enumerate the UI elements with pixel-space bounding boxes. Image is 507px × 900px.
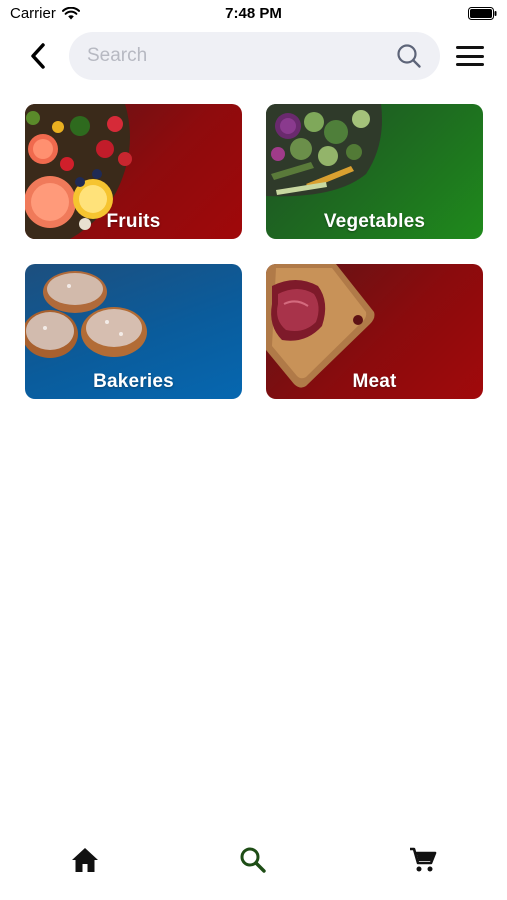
nav-home[interactable] xyxy=(69,844,101,876)
category-label: Meat xyxy=(352,371,397,392)
category-label: Vegetables xyxy=(323,211,426,232)
bottom-nav xyxy=(0,830,507,900)
status-bar: Carrier 7:48 PM xyxy=(0,0,507,28)
status-time: 7:48 PM xyxy=(225,5,282,22)
chevron-left-icon xyxy=(31,43,45,69)
battery-icon xyxy=(468,7,497,20)
nav-cart[interactable] xyxy=(407,844,439,876)
search-icon xyxy=(240,847,266,873)
category-label: Bakeries xyxy=(93,371,174,392)
category-card-meat[interactable]: Meat xyxy=(266,264,483,399)
search-bar[interactable] xyxy=(69,32,440,80)
hamburger-line xyxy=(456,46,484,49)
category-card-vegetables[interactable]: Vegetables xyxy=(266,104,483,239)
screen: Carrier 7:48 PM Search Fruits Vegetables… xyxy=(0,0,507,900)
search-icon[interactable] xyxy=(396,43,422,69)
home-icon xyxy=(72,848,98,872)
hamburger-line xyxy=(456,54,484,58)
nav-search[interactable] xyxy=(237,844,269,876)
hamburger-line xyxy=(456,63,484,66)
back-button[interactable] xyxy=(22,40,54,72)
category-label: Fruits xyxy=(106,211,161,232)
category-card-fruits[interactable]: Fruits xyxy=(25,104,242,239)
search-input[interactable] xyxy=(69,32,379,80)
category-card-bakeries[interactable]: Bakeries xyxy=(25,264,242,399)
cart-icon xyxy=(410,847,437,872)
menu-button[interactable] xyxy=(455,42,485,70)
